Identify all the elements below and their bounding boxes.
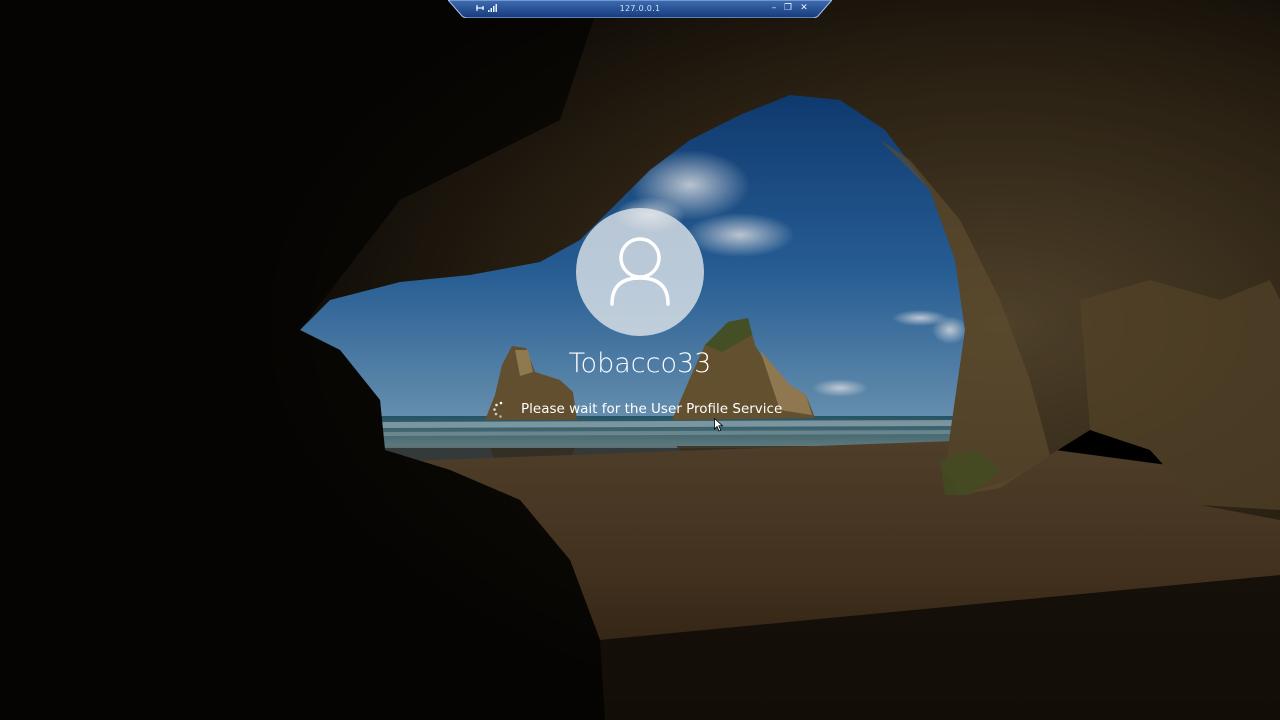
user-account-icon	[610, 237, 670, 306]
minimize-button[interactable]: –	[768, 2, 780, 14]
restore-button[interactable]: ❐	[782, 2, 794, 14]
mouse-cursor-icon	[714, 418, 724, 432]
profile-status: Please wait for the User Profile Service	[440, 400, 840, 420]
status-message: Please wait for the User Profile Service	[521, 401, 783, 417]
username-label: Tobacco33	[568, 348, 712, 379]
user-avatar	[576, 208, 704, 336]
remote-desktop-connection-bar[interactable]: 127.0.0.1 – ❐ ✕	[448, 0, 832, 18]
loading-spinner-icon	[493, 401, 503, 418]
close-button[interactable]: ✕	[798, 2, 810, 14]
